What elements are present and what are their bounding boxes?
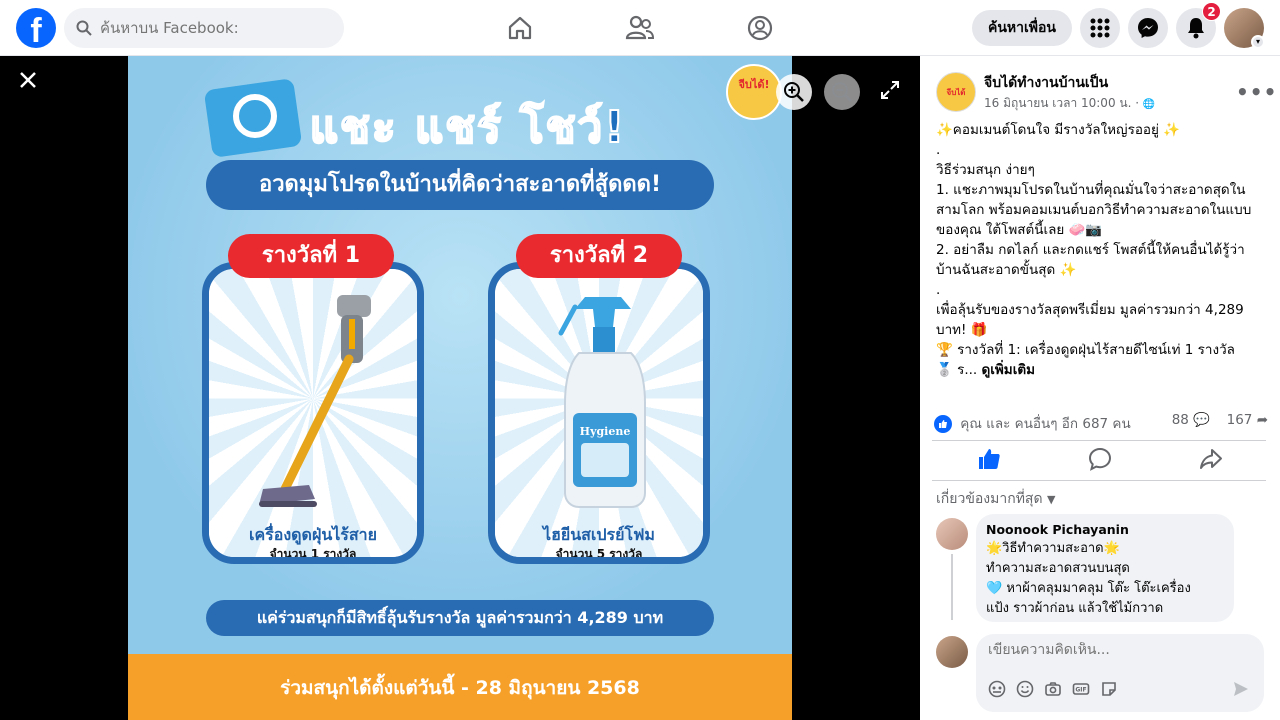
comment-sort-dropdown[interactable]: เกี่ยวข้องมากที่สุด ▼ — [936, 488, 1056, 510]
post-panel: จีบได้ จีบได้ทำงานบ้านเป็น 16 มิถุนายน เ… — [920, 56, 1280, 720]
comment-bubble-icon: 💬 — [1193, 412, 1210, 428]
search-input[interactable] — [100, 19, 320, 37]
send-icon[interactable] — [1232, 680, 1250, 698]
camera-lens-graphic — [233, 94, 277, 138]
avatar-sticker-icon[interactable] — [988, 680, 1006, 698]
prize-card-2: Hygiene ไฮยีนสเปรย์โฟม จำนวน 5 รางวัล — [488, 262, 710, 564]
post-text: ✨คอมเมนต์โดนใจ มีรางวัลใหญ่รออยู่ ✨ . วิ… — [936, 120, 1268, 380]
prize-1-quantity: จำนวน 1 รางวัล — [269, 547, 357, 561]
messenger-button[interactable] — [1128, 8, 1168, 48]
promo-value-text: แค่ร่วมสนุกก็มีสิทธิ์ลุ้นรับรางวัล มูลค่… — [206, 600, 714, 636]
top-navigation-bar: f ค้นหาเพื่อน 2 ▾ — [0, 0, 1280, 56]
comment-count[interactable]: 88 💬 — [1172, 412, 1210, 428]
post-line: 🏆 รางวัลที่ 1: เครื่องดูดฝุ่นไร้สายดีไซน… — [936, 342, 1235, 358]
share-count-value: 167 — [1226, 412, 1253, 428]
caret-down-icon: ▼ — [1047, 493, 1056, 506]
reaction-summary[interactable]: คุณ และ คนอื่นๆ อีก 687 คน 88 💬 167 ➦ — [934, 412, 1268, 433]
reactions-text: คุณ และ คนอื่นๆ อีก 687 คน — [960, 416, 1131, 432]
photo-viewer: แชะ แชร์ โชว์! จีบได้! อวดมุมโปรดในบ้านท… — [0, 56, 920, 720]
sticker-icon[interactable] — [1100, 680, 1118, 698]
zoom-out-icon — [832, 82, 852, 102]
bell-icon — [1188, 18, 1204, 39]
globe-icon: 🌐 — [1142, 99, 1156, 110]
post-line: 2. อย่าลืม กดไลก์ และกดแชร์ โพสต์นี้ให้ค… — [936, 242, 1245, 278]
promo-headline: แชะ แชร์ โชว์! — [309, 101, 627, 154]
comment-line: แป้ง ราวผ้าก่อน แล้วใช้ไม้กวาด — [986, 601, 1164, 616]
promo-image: แชะ แชร์ โชว์! จีบได้! อวดมุมโปรดในบ้านท… — [128, 56, 792, 720]
zoom-in-icon — [784, 82, 804, 102]
fullscreen-icon[interactable] — [880, 80, 900, 100]
post-timestamp[interactable]: 16 มิถุนายน เวลา 10:00 น. · 🌐 — [984, 94, 1155, 113]
chevron-down-icon: ▾ — [1251, 35, 1265, 49]
share-arrow-icon: ➦ — [1256, 412, 1268, 428]
facebook-logo[interactable]: f — [16, 8, 56, 48]
divider — [932, 440, 1266, 441]
grid-menu-icon — [1090, 18, 1110, 38]
post-time-text: 16 มิถุนายน เวลา 10:00 น. · — [984, 96, 1140, 110]
comment-bubble: Noonook Pichayanin 🌟วิธีทำความสะอาด🌟 ทำค… — [976, 514, 1234, 622]
post-line: . — [936, 142, 941, 158]
current-user-avatar[interactable] — [936, 636, 968, 668]
promo-footer: ร่วมสนุกได้ตั้งแต่วันนี้ - 28 มิถุนายน 2… — [128, 654, 792, 720]
camera-icon[interactable] — [1044, 680, 1062, 698]
page-logo-badge: จีบได้! — [726, 64, 782, 120]
commenter-avatar[interactable] — [936, 518, 968, 550]
spray-bottle-image: Hygiene — [558, 297, 646, 508]
groups-icon[interactable] — [744, 12, 776, 44]
write-comment-box[interactable]: GIF — [976, 634, 1264, 712]
more-options-button[interactable]: ••• — [1236, 80, 1277, 104]
vacuum-cleaner-image — [259, 295, 371, 507]
page-name-link[interactable]: จีบได้ทำงานบ้านเป็น — [984, 72, 1108, 94]
share-count[interactable]: 167 ➦ — [1227, 412, 1268, 428]
page-avatar[interactable]: จีบได้ — [936, 72, 976, 112]
comment-button-icon[interactable] — [1087, 446, 1113, 472]
menu-button[interactable] — [1080, 8, 1120, 48]
comment-count-value: 88 — [1171, 412, 1189, 428]
post-line: 🥈 ร... ดูเพิ่มเติม — [936, 360, 1268, 380]
see-more-link[interactable]: ดูเพิ่มเติม — [982, 362, 1035, 378]
messenger-icon — [1138, 18, 1158, 38]
truncated-text: 🥈 ร... — [936, 362, 978, 378]
post-line: วิธีร่วมสนุก ง่ายๆ — [936, 162, 1035, 178]
prize-1-label: รางวัลที่ 1 — [228, 234, 394, 278]
divider — [932, 480, 1266, 481]
comment-line: 🩵 หาผ้าคลุมมาคลุม โต๊ะ โต๊ะเครื่อง — [986, 581, 1191, 596]
post-line: เพื่อลุ้นรับของรางวัลสุดพรีเมี่ยม มูลค่า… — [936, 302, 1244, 338]
friends-icon[interactable] — [624, 12, 656, 44]
home-icon[interactable] — [504, 12, 536, 44]
prize-card-1: เครื่องดูดฝุ่นไร้สาย จำนวน 1 รางวัล — [202, 262, 424, 564]
svg-text:GIF: GIF — [1075, 687, 1086, 694]
thread-line — [951, 554, 953, 620]
prize-2-label: รางวัลที่ 2 — [516, 234, 682, 278]
emoji-icon[interactable] — [1016, 680, 1034, 698]
close-icon[interactable] — [16, 68, 40, 92]
post-line: . — [936, 282, 941, 298]
zoom-out-button[interactable] — [824, 74, 860, 110]
comment-author-link[interactable]: Noonook Pichayanin — [986, 522, 1224, 537]
find-friends-button[interactable]: ค้นหาเพื่อน — [972, 10, 1072, 46]
search-icon — [76, 20, 92, 36]
comment-sort-label: เกี่ยวข้องมากที่สุด — [936, 491, 1043, 507]
comment-line: 🌟วิธีทำความสะอาด🌟 — [986, 541, 1120, 556]
zoom-in-button[interactable] — [776, 74, 812, 110]
post-line: 1. แชะภาพมุมโปรดในบ้านที่คุณมั่นใจว่าสะอ… — [936, 182, 1252, 238]
promo-subheadline: อวดมุมโปรดในบ้านที่คิดว่าสะอาดที่สู้ดดด! — [206, 160, 714, 210]
comment-input[interactable] — [988, 642, 1248, 658]
post-line: ✨คอมเมนต์โดนใจ มีรางวัลใหญ่รออยู่ ✨ — [936, 122, 1181, 138]
gif-icon[interactable]: GIF — [1072, 680, 1090, 698]
like-reaction-icon — [934, 415, 952, 433]
notification-badge: 2 — [1202, 2, 1221, 21]
prize-2-quantity: จำนวน 5 รางวัล — [555, 547, 643, 561]
comment-line: ทำความสะอาดสวนบนสุด — [986, 561, 1130, 576]
brand-label: Hygiene — [580, 425, 631, 438]
like-button-icon[interactable] — [976, 446, 1002, 472]
search-box[interactable] — [64, 8, 344, 48]
share-button-icon[interactable] — [1198, 446, 1224, 472]
